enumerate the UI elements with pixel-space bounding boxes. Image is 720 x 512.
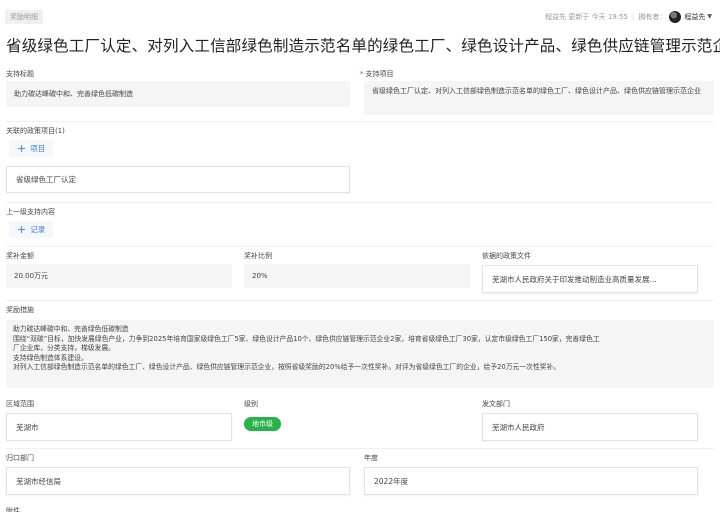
divider [6,300,714,301]
belong-dept-label: 归口部门 [6,454,34,462]
parent-support-label: 上一级支持内容 [6,208,55,216]
add-record-button[interactable]: + 记录 [9,221,54,238]
required-mark: * [360,70,364,78]
issuing-dept-label: 发文部门 [482,400,510,408]
plus-icon: + [17,223,27,236]
updated-info: 程益先 更新于 今天 19:55 [545,13,629,21]
meta-separator: | [632,13,635,21]
belong-dept-card[interactable]: 芜湖市经信局 [6,467,350,495]
measures-field[interactable]: 助力碳达峰碳中和、完善绿色低碳制造 围绕“双碳”目标，加快发展绿色产业，力争到2… [6,320,714,388]
award-ratio-field[interactable]: 20% [244,264,470,288]
owner-prefix: 拥有者： [638,13,667,21]
divider [6,202,714,203]
owner-name[interactable]: 程益先 [684,10,705,24]
breadcrumb[interactable]: 奖励明细 [5,10,43,24]
support-project-label-text: 支持项目 [365,70,394,78]
award-amount-label: 奖补金额 [6,252,34,260]
region-card[interactable]: 芜湖市 [6,413,232,441]
level-label: 级别 [244,400,258,408]
divider [6,448,714,449]
record-meta: 程益先 更新于 今天 19:55 | 拥有者： 程益先 ▼ [545,10,712,24]
related-policy-card[interactable]: 省级绿色工厂认定 [6,166,350,193]
add-project-label: 项目 [30,144,46,153]
level-badge: 地市级 [244,417,281,431]
support-project-label: * 支持项目 [360,69,394,79]
measures-line: 助力碳达峰碳中和、完善绿色低碳制造 [13,325,129,333]
top-bar: 奖励明细 程益先 更新于 今天 19:55 | 拥有者： 程益先 ▼ [0,0,720,30]
award-amount-field[interactable]: 20.00万元 [6,264,232,288]
chevron-down-icon[interactable]: ▼ [707,10,712,24]
policy-document-card[interactable]: 芜湖市人民政府关于印发推动制造业高质量发展... [482,265,698,293]
attachments-label: 附件 [6,507,20,512]
avatar[interactable] [669,11,682,23]
divider [6,121,714,122]
add-project-button[interactable]: + 项目 [9,140,54,157]
support-project-field[interactable]: 省级绿色工厂认定、对列入工信部绿色制造示范名单的绿色工厂、绿色设计产品、绿色供应… [364,81,714,115]
measures-line: 支持绿色制造体系建设。 [13,353,88,362]
support-title-label: 支持标题 [6,70,34,78]
divider [6,246,714,247]
year-card[interactable]: 2022年度 [364,467,698,495]
plus-icon: + [17,142,27,155]
support-title-field[interactable]: 助力碳达峰碳中和、完善绿色低碳制造 [6,81,350,107]
measures-line: 对列入工信部绿色制造示范名单的绿色工厂、绿色设计产品、绿色供应链管理示范企业，按… [13,363,561,372]
region-label: 区域范围 [6,400,34,408]
add-record-label: 记录 [30,225,46,234]
year-label: 年度 [364,454,378,462]
related-policy-label: 关联的政策项目(1) [6,127,65,135]
measures-line: 厂企业库，分类支持，梯级发展。 [13,344,115,353]
award-ratio-label: 奖补比例 [244,252,272,260]
page-title: 省级绿色工厂认定、对列入工信部绿色制造示范名单的绿色工厂、绿色设计产品、绿色供应… [6,37,720,55]
measures-line: 围绕“双碳”目标，加快发展绿色产业，力争到2025年培育国家级绿色工厂5家、绿色… [13,334,600,343]
policy-document-label: 依据的政策文件 [482,252,531,260]
measures-label: 奖励措施 [6,306,34,314]
issuing-dept-card[interactable]: 芜湖市人民政府 [482,413,698,441]
